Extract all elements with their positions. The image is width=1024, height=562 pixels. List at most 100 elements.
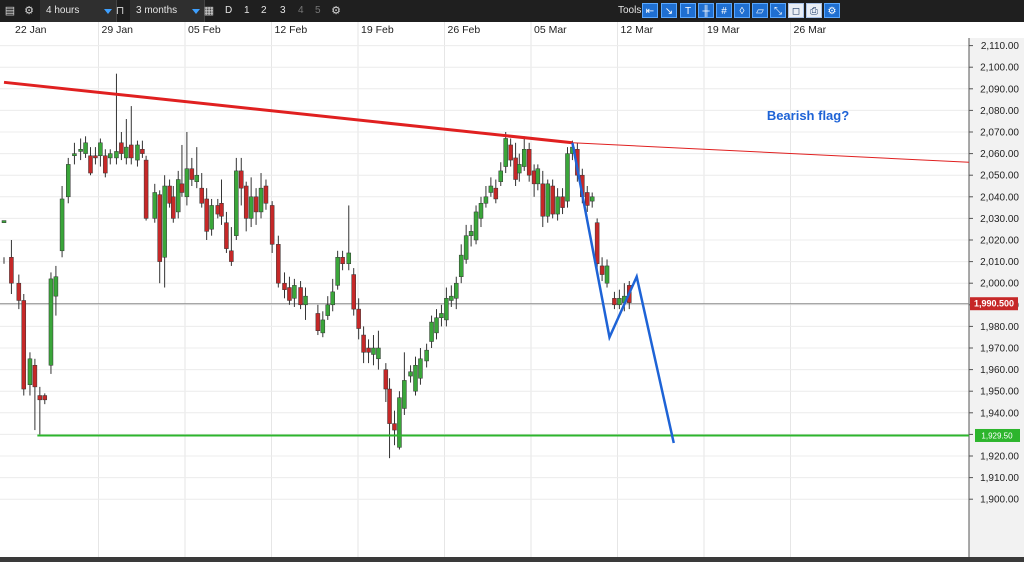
zoom-icon[interactable]: ⤡	[770, 3, 786, 18]
period-4[interactable]: 4	[298, 0, 304, 22]
chevron-down-icon	[104, 9, 112, 14]
text-tool-icon[interactable]: T	[680, 3, 696, 18]
cursor-icon[interactable]: ↘	[661, 3, 677, 18]
candle-body	[16, 282, 22, 301]
y-tick-label: 2,090.00	[980, 84, 1019, 95]
candle-body	[458, 254, 464, 277]
range-value: 3 months	[136, 5, 178, 16]
price-chart[interactable]: 22 Jan 29 Jan 05 Feb 12 Feb 19 Feb 26 Feb 05 M…	[0, 22, 1024, 562]
candle-body	[269, 205, 275, 245]
candle-body	[42, 395, 48, 401]
y-tick-label: 2,060.00	[980, 149, 1019, 160]
lock-icon[interactable]: ⊓	[113, 0, 127, 22]
candle-body	[346, 252, 352, 265]
candle-body	[351, 274, 356, 310]
grid-icon[interactable]: #	[716, 3, 732, 18]
chart-window: ▤ ⚙ 4 hours ⊓ 3 months ▦ D 1 2 3 4 5 ⚙ T…	[0, 0, 1024, 562]
y-tick-label: 1,900.00	[980, 495, 1019, 506]
arrow-left-icon[interactable]: ⇤	[642, 3, 658, 18]
candle-body	[37, 395, 43, 401]
candle-body	[371, 347, 376, 355]
y-tick-label: 2,030.00	[980, 214, 1019, 225]
candle-body	[468, 231, 474, 236]
y-tick-label: 2,100.00	[980, 63, 1019, 74]
candle-body	[521, 149, 527, 167]
y-tick-label: 1,940.00	[980, 408, 1019, 419]
candle-body	[503, 138, 508, 167]
candle-body	[248, 196, 254, 219]
layout-settings-icon[interactable]: ⚙	[824, 3, 840, 18]
candle-body	[397, 397, 402, 448]
candle-down	[21, 294, 27, 396]
period-5[interactable]: 5	[315, 0, 321, 22]
candle-body	[392, 423, 397, 431]
candle-body	[540, 183, 546, 217]
candle-body	[361, 334, 366, 353]
calendar-icon[interactable]: ▦	[201, 0, 217, 22]
period-1[interactable]: 1	[244, 0, 250, 22]
candle-body	[140, 149, 145, 154]
candle-body	[59, 198, 65, 252]
range-select[interactable]: 3 months	[130, 0, 205, 22]
candle-body	[366, 347, 371, 353]
candle-body	[224, 222, 229, 249]
candle-body	[292, 285, 297, 299]
print-icon[interactable]: ⎙	[806, 3, 822, 18]
candle-body	[162, 185, 167, 258]
candle-body	[383, 369, 389, 390]
candle-body	[119, 142, 124, 154]
marker-icon[interactable]: ◊	[734, 3, 750, 18]
support-price-label: 1,929.50	[981, 431, 1013, 440]
settings-icon[interactable]: ⚙	[328, 0, 344, 22]
candle-body	[478, 203, 484, 219]
timeframe-select[interactable]: 4 hours	[40, 0, 117, 22]
candle-body	[513, 157, 518, 180]
candle-body	[103, 155, 108, 174]
candle-body	[413, 365, 418, 392]
candle-body	[463, 235, 469, 260]
candle-body	[194, 174, 200, 182]
x-tick-label: 05 Feb	[188, 24, 221, 36]
period-3[interactable]: 3	[280, 0, 286, 22]
candle-body	[508, 144, 513, 161]
x-tick-label: 26 Feb	[448, 24, 481, 36]
y-tick-label: 1,920.00	[980, 452, 1019, 463]
gear-icon[interactable]: ⚙	[20, 0, 38, 22]
candle-body	[171, 196, 176, 219]
candle-body	[402, 380, 407, 409]
candle-body	[253, 196, 259, 213]
candle-body	[560, 196, 565, 208]
candle-body	[488, 185, 494, 193]
candle-body	[434, 317, 439, 334]
candle-body	[108, 153, 113, 159]
crosshair-icon[interactable]: ╫	[698, 3, 714, 18]
x-tick-label: 12 Feb	[275, 24, 308, 36]
period-d[interactable]: D	[225, 0, 232, 22]
layers-icon[interactable]: ▱	[752, 3, 768, 18]
candle-body	[429, 321, 434, 342]
candle-body	[320, 319, 326, 334]
candle-body	[21, 300, 27, 390]
candle-body	[135, 144, 140, 161]
x-tick-label: 22 Jan	[15, 24, 47, 36]
eraser-icon[interactable]: ◻	[788, 3, 804, 18]
candle-body	[585, 192, 590, 206]
candle-body	[167, 185, 172, 204]
y-tick-label: 2,070.00	[980, 128, 1019, 139]
candle-body	[209, 205, 214, 230]
candle-body	[526, 149, 532, 176]
candle-body	[184, 168, 190, 198]
candle-body	[219, 203, 224, 217]
candle-body	[303, 295, 308, 306]
candle-body	[387, 388, 392, 424]
candle-body	[517, 164, 522, 174]
candle-body	[424, 349, 429, 362]
candle-body	[444, 298, 449, 321]
candle-body	[27, 358, 33, 385]
candle-up	[565, 147, 570, 208]
candle-body	[617, 298, 622, 306]
menu-icon[interactable]: ▤	[0, 0, 20, 22]
candle-body	[143, 159, 149, 219]
candle-body	[315, 313, 321, 331]
period-2[interactable]: 2	[261, 0, 267, 22]
